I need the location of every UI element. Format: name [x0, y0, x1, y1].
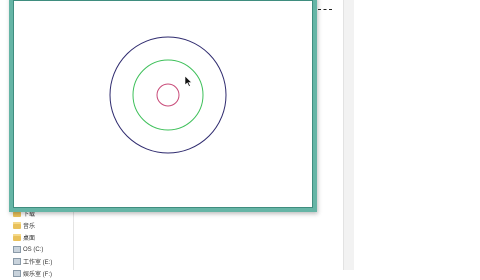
outer-circle	[109, 36, 227, 154]
nav-item-label: 桌面	[23, 236, 36, 242]
mouse-pointer-icon	[185, 76, 193, 87]
drawing-canvas[interactable]	[13, 0, 313, 208]
explorer-preview-pane	[354, 0, 480, 270]
nav-item-label: 娱乐室 (F:)	[23, 272, 52, 278]
navigation-tree: 下载 音乐 桌面 OS (C:) 工作室 (E:) 娱乐室 (F:)	[0, 208, 73, 280]
dashed-line-mark	[318, 9, 332, 10]
nav-item-label: 音乐	[23, 224, 36, 230]
drive-icon	[13, 258, 21, 265]
drive-icon	[13, 246, 21, 253]
desktop-screen: 下载 音乐 桌面 OS (C:) 工作室 (E:) 娱乐室 (F:)	[0, 0, 480, 278]
nav-item-drive-e[interactable]: 工作室 (E:)	[0, 256, 73, 267]
nav-item-music[interactable]: 音乐	[0, 220, 73, 231]
nav-item-label: 工作室 (E:)	[23, 260, 53, 266]
inner-circle	[156, 83, 180, 107]
folder-icon	[13, 222, 21, 229]
drawing-window[interactable]	[9, 0, 317, 212]
nav-item-desktop[interactable]: 桌面	[0, 232, 73, 243]
middle-circle	[132, 59, 204, 131]
drive-icon	[13, 270, 21, 277]
nav-item-label: OS (C:)	[23, 246, 44, 253]
nav-item-drive-c[interactable]: OS (C:)	[0, 244, 73, 255]
folder-icon	[13, 234, 21, 241]
